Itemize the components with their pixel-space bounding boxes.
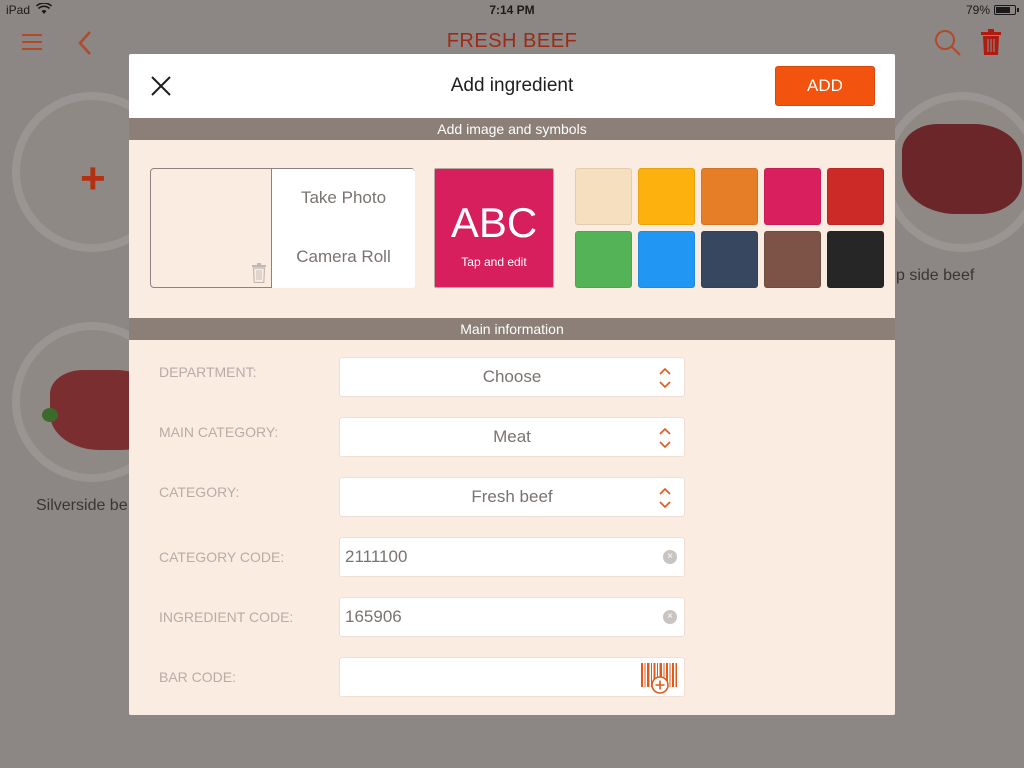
main-category-value: Meat bbox=[493, 427, 531, 446]
chevron-up-down-icon bbox=[659, 427, 671, 449]
section-header-image: Add image and symbols bbox=[129, 118, 895, 140]
color-swatch[interactable] bbox=[701, 231, 758, 288]
clock: 7:14 PM bbox=[489, 3, 535, 17]
color-swatch[interactable] bbox=[575, 231, 632, 288]
category-value: Fresh beef bbox=[471, 487, 553, 506]
category-code-value[interactable]: 2111100 bbox=[345, 547, 645, 567]
category-code-label: CATEGORY CODE: bbox=[159, 549, 285, 565]
chevron-up-down-icon bbox=[659, 367, 671, 389]
trash-icon[interactable] bbox=[980, 29, 1002, 55]
barcode-scan-icon[interactable] bbox=[641, 661, 679, 695]
color-swatch[interactable] bbox=[575, 168, 632, 225]
category-code-field[interactable]: 2111100 × bbox=[339, 537, 685, 577]
main-category-select[interactable]: Meat bbox=[339, 417, 685, 457]
search-icon[interactable] bbox=[934, 29, 962, 57]
page-title: FRESH BEEF bbox=[446, 30, 578, 52]
department-value: Choose bbox=[482, 367, 542, 386]
plus-icon: + bbox=[80, 154, 106, 203]
add-button[interactable]: ADD bbox=[775, 66, 875, 106]
item-label-topside: p side beef bbox=[896, 267, 975, 284]
symbol-tile[interactable]: ABC Tap and edit bbox=[434, 168, 554, 288]
clear-icon[interactable]: × bbox=[663, 550, 677, 564]
category-label: CATEGORY: bbox=[159, 484, 240, 500]
color-swatch[interactable] bbox=[638, 231, 695, 288]
delete-photo-icon[interactable] bbox=[251, 263, 267, 283]
modal-header: Add ingredient ADD bbox=[129, 54, 895, 118]
color-swatch[interactable] bbox=[764, 231, 821, 288]
color-swatch[interactable] bbox=[764, 168, 821, 225]
department-select[interactable]: Choose bbox=[339, 357, 685, 397]
department-label: DEPARTMENT: bbox=[159, 364, 257, 380]
symbol-text: ABC bbox=[450, 199, 538, 246]
ingredient-code-value[interactable]: 165906 bbox=[345, 607, 645, 627]
category-select[interactable]: Fresh beef bbox=[339, 477, 685, 517]
item-label-silverside: Silverside be bbox=[36, 497, 128, 514]
bar-code-label: BAR CODE: bbox=[159, 669, 237, 685]
battery-percent: 79% bbox=[965, 3, 990, 17]
clear-icon[interactable]: × bbox=[663, 610, 677, 624]
status-bar: iPad 7:14 PM 79% bbox=[0, 0, 1024, 20]
symbol-hint: Tap and edit bbox=[461, 255, 527, 269]
meat-image bbox=[902, 124, 1022, 214]
main-category-label: MAIN CATEGORY: bbox=[159, 424, 279, 440]
camera-roll-button[interactable]: Camera Roll bbox=[271, 228, 415, 288]
add-ingredient-modal: Add ingredient ADD Add image and symbols… bbox=[129, 54, 895, 715]
color-swatch[interactable] bbox=[827, 231, 884, 288]
ingredient-code-label: INGREDIENT CODE: bbox=[159, 609, 294, 625]
color-swatch[interactable] bbox=[827, 168, 884, 225]
photo-area[interactable]: Take Photo Camera Roll bbox=[150, 168, 415, 288]
ingredient-code-field[interactable]: 165906 × bbox=[339, 597, 685, 637]
bar-code-field[interactable] bbox=[339, 657, 685, 697]
item-tile-topside[interactable] bbox=[882, 92, 1024, 252]
battery-icon bbox=[994, 5, 1019, 15]
parsley-image bbox=[42, 408, 58, 422]
section-header-main: Main information bbox=[129, 318, 895, 340]
take-photo-button[interactable]: Take Photo bbox=[271, 169, 415, 229]
chevron-up-down-icon bbox=[659, 487, 671, 509]
color-swatch[interactable] bbox=[638, 168, 695, 225]
color-swatch[interactable] bbox=[701, 168, 758, 225]
